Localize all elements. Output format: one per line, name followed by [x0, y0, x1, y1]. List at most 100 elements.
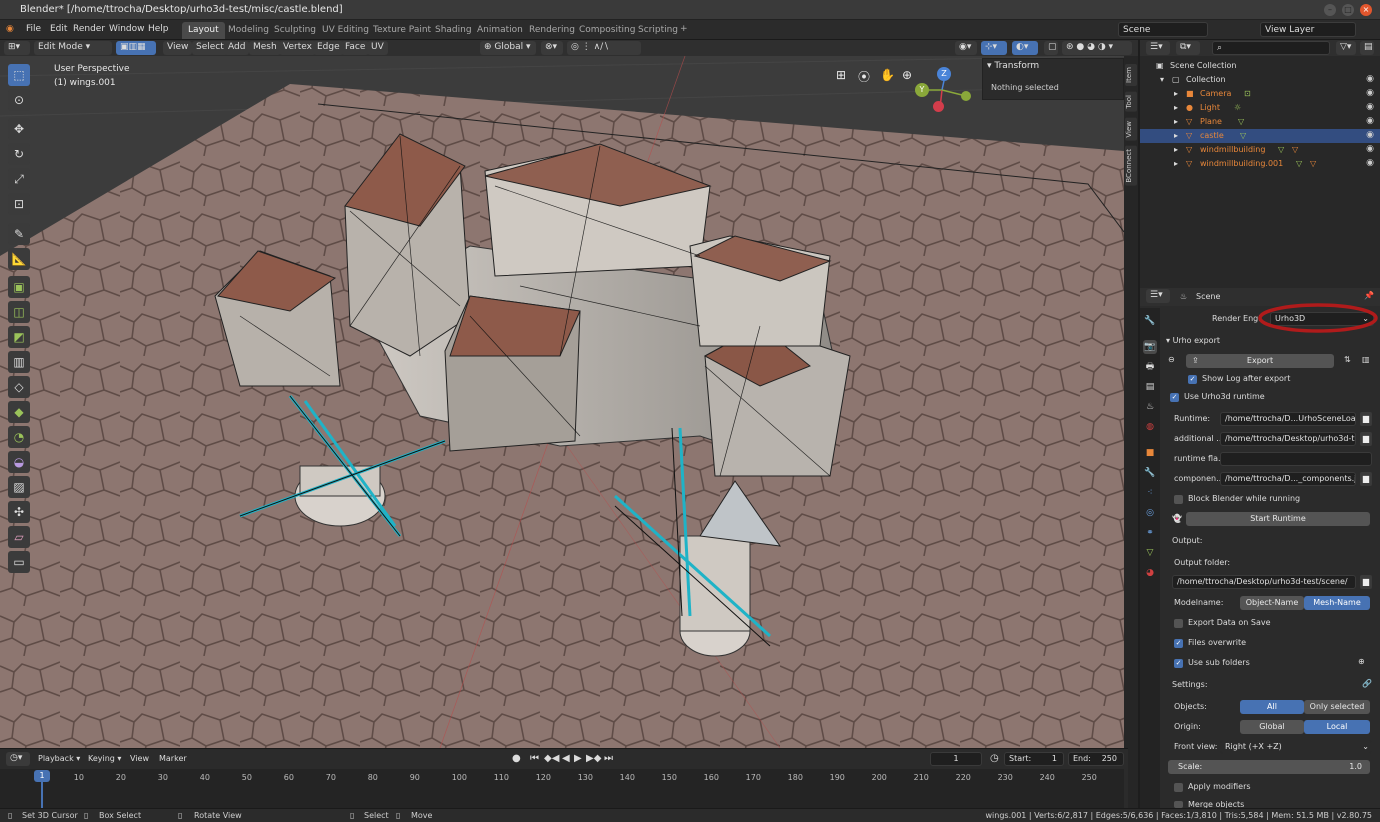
objects-all-option[interactable]: All [1240, 700, 1304, 714]
header-view[interactable]: View [163, 41, 193, 55]
components-path-field[interactable]: /home/ttrocha/D..._components.json [1220, 472, 1356, 486]
use-subfolders-checkbox[interactable]: ✓ [1174, 659, 1183, 668]
pivot-icon[interactable]: ⊗▾ [541, 41, 563, 55]
gizmo-x-axis-negative[interactable] [933, 101, 944, 112]
tool-tab-icon[interactable]: 🔧 [1143, 314, 1157, 328]
header-edge[interactable]: Edge [313, 41, 344, 55]
clock-icon[interactable]: ◷ [990, 753, 999, 764]
scene-tab-icon[interactable]: ♨ [1143, 400, 1157, 414]
block-blender-checkbox[interactable] [1174, 495, 1183, 504]
objects-only-selected-option[interactable]: Only selected [1304, 700, 1370, 714]
end-frame-field[interactable]: End: 250 [1068, 752, 1124, 766]
origin-local-option[interactable]: Local [1304, 720, 1370, 734]
outliner-collection[interactable]: ▾ ▢ Collection ◉ [1140, 73, 1380, 87]
annotate-tool-icon[interactable]: ✎ [8, 223, 30, 245]
tab-view[interactable]: View [1125, 118, 1137, 141]
current-frame-field[interactable]: 1 [930, 752, 982, 766]
header-mesh[interactable]: Mesh [249, 41, 281, 55]
gizmo-y-axis[interactable]: Y [915, 83, 929, 97]
front-view-select[interactable]: Right (+X +Z) ⌄ [1220, 740, 1372, 754]
extrude-tool-icon[interactable]: ▣ [8, 276, 30, 298]
outliner-item-plane[interactable]: ▸ ▽ Plane ▽ ◉ [1140, 115, 1380, 129]
menu-file[interactable]: File [26, 24, 41, 34]
properties-editor-icon[interactable]: ☰▾ [1146, 289, 1170, 303]
eye-icon[interactable]: ◉ [1366, 130, 1374, 140]
filter-icon[interactable]: ▽▾ [1336, 41, 1356, 55]
shading-icons[interactable]: ⊛ ● ◕ ◑ ▾ [1062, 41, 1132, 55]
eye-icon[interactable]: ◉ [1366, 102, 1374, 112]
eye-icon[interactable]: ◉ [1366, 158, 1374, 168]
shrink-fatten-tool-icon[interactable]: ✣ [8, 501, 30, 523]
expand-arrow-icon[interactable]: ▸ [1174, 145, 1178, 154]
loop-cut-tool-icon[interactable]: ▥ [8, 351, 30, 373]
scene-selector[interactable]: Scene [1118, 22, 1208, 37]
grid-view-icon[interactable]: ⊞ [836, 68, 846, 82]
constraints-tab-icon[interactable]: ⚭ [1143, 526, 1157, 540]
edge-slide-tool-icon[interactable]: ▨ [8, 476, 30, 498]
outliner-item-camera[interactable]: ▸ ■ Camera ⊡ ◉ [1140, 87, 1380, 101]
header-vertex[interactable]: Vertex [279, 41, 316, 55]
merge-objects-checkbox[interactable] [1174, 801, 1183, 808]
close-icon[interactable]: × [1360, 4, 1372, 16]
output-folder-field[interactable]: /home/ttrocha/Desktop/urho3d-test/scene/ [1172, 575, 1356, 589]
prev-keyframe-icon[interactable]: ◆◀ [544, 753, 559, 764]
editor-type-icon[interactable]: ⊞▾ [4, 41, 30, 55]
outliner-scene-collection[interactable]: ▣ Scene Collection [1140, 59, 1380, 73]
files-overwrite-checkbox[interactable]: ✓ [1174, 639, 1183, 648]
show-log-checkbox[interactable]: ✓ [1188, 375, 1197, 384]
start-frame-field[interactable]: Start: 1 [1004, 752, 1064, 766]
header-face[interactable]: Face [341, 41, 370, 55]
modifier-tab-icon[interactable]: 🔧 [1143, 466, 1157, 480]
pan-hand-icon[interactable]: ✋ [880, 68, 895, 82]
gizmo-y-axis-negative[interactable] [961, 91, 971, 101]
object-tab-icon[interactable]: ■ [1143, 446, 1157, 460]
header-select[interactable]: Select [192, 41, 228, 55]
playhead-frame-indicator[interactable]: 1 [34, 770, 50, 782]
outliner-item-windmillbuilding[interactable]: ▸ ▽ windmillbuilding ▽ ▽ ◉ [1140, 143, 1380, 157]
minimize-icon[interactable]: – [1324, 4, 1336, 16]
timeline-menu-marker[interactable]: Marker [159, 754, 187, 763]
timeline-menu-keying[interactable]: Keying ▾ [88, 754, 121, 763]
header-uv[interactable]: UV [367, 41, 388, 55]
move-tool-icon[interactable]: ✥ [8, 118, 30, 140]
folder-icon[interactable]: ▆ [1360, 472, 1372, 486]
eye-icon[interactable]: ◉ [1366, 88, 1374, 98]
tab-item[interactable]: Item [1125, 64, 1137, 86]
pin-icon[interactable]: 📌 [1364, 291, 1374, 300]
smooth-tool-icon[interactable]: ◒ [8, 451, 30, 473]
eye-icon[interactable]: ◉ [1366, 116, 1374, 126]
world-tab-icon[interactable]: ◍ [1143, 420, 1157, 434]
outliner-item-light[interactable]: ▸ ● Light ☼ ◉ [1140, 101, 1380, 115]
3d-viewport[interactable]: User Perspective (1) wings.001 ⊞ ⦿ ✋ ⊕ Z… [0, 56, 1124, 748]
menu-help[interactable]: Help [148, 24, 169, 34]
poly-build-tool-icon[interactable]: ◆ [8, 401, 30, 423]
tab-scripting[interactable]: Scripting [632, 22, 684, 39]
export-on-save-checkbox[interactable] [1174, 619, 1183, 628]
use-runtime-checkbox[interactable]: ✓ [1170, 393, 1179, 402]
physics-tab-icon[interactable]: ◎ [1143, 506, 1157, 520]
export-settings-icon[interactable]: ⊖ [1168, 355, 1175, 364]
link-icon[interactable]: 🔗 [1362, 679, 1372, 688]
timeline-editor-icon[interactable]: ◷▾ [6, 752, 30, 766]
output-tab-icon[interactable]: 🖶 [1143, 360, 1157, 374]
outliner-item-windmillbuilding-001[interactable]: ▸ ▽ windmillbuilding.001 ▽ ▽ ◉ [1140, 157, 1380, 171]
shear-tool-icon[interactable]: ▱ [8, 526, 30, 548]
display-mode-icon[interactable]: ⧉▾ [1176, 41, 1200, 55]
bevel-tool-icon[interactable]: ◩ [8, 326, 30, 348]
modelname-mesh-name-option[interactable]: Mesh-Name [1304, 596, 1370, 610]
transform-panel-title[interactable]: ▾ Transform [987, 61, 1039, 71]
material-tab-icon[interactable]: ◕ [1143, 566, 1157, 580]
mode-selector[interactable]: Edit Mode ▾ [34, 41, 112, 55]
overlay-toggle-icon[interactable]: ◐▾ [1012, 41, 1038, 55]
origin-global-option[interactable]: Global [1240, 720, 1304, 734]
scale-tool-icon[interactable]: ⤢ [8, 168, 30, 190]
select-box-tool-icon[interactable]: ⬚ [8, 64, 30, 86]
tab-tool[interactable]: Tool [1125, 92, 1137, 112]
scale-slider[interactable]: Scale: 1.0 [1168, 760, 1370, 774]
add-subfolder-icon[interactable]: ⊕ [1358, 657, 1365, 666]
tab-bconnect[interactable]: BConnect [1125, 146, 1137, 186]
data-tab-icon[interactable]: ▽ [1143, 546, 1157, 560]
inset-tool-icon[interactable]: ◫ [8, 301, 30, 323]
transform-tool-icon[interactable]: ⊡ [8, 193, 30, 215]
select-mode-icons[interactable]: ▣▥▦ [116, 41, 156, 55]
